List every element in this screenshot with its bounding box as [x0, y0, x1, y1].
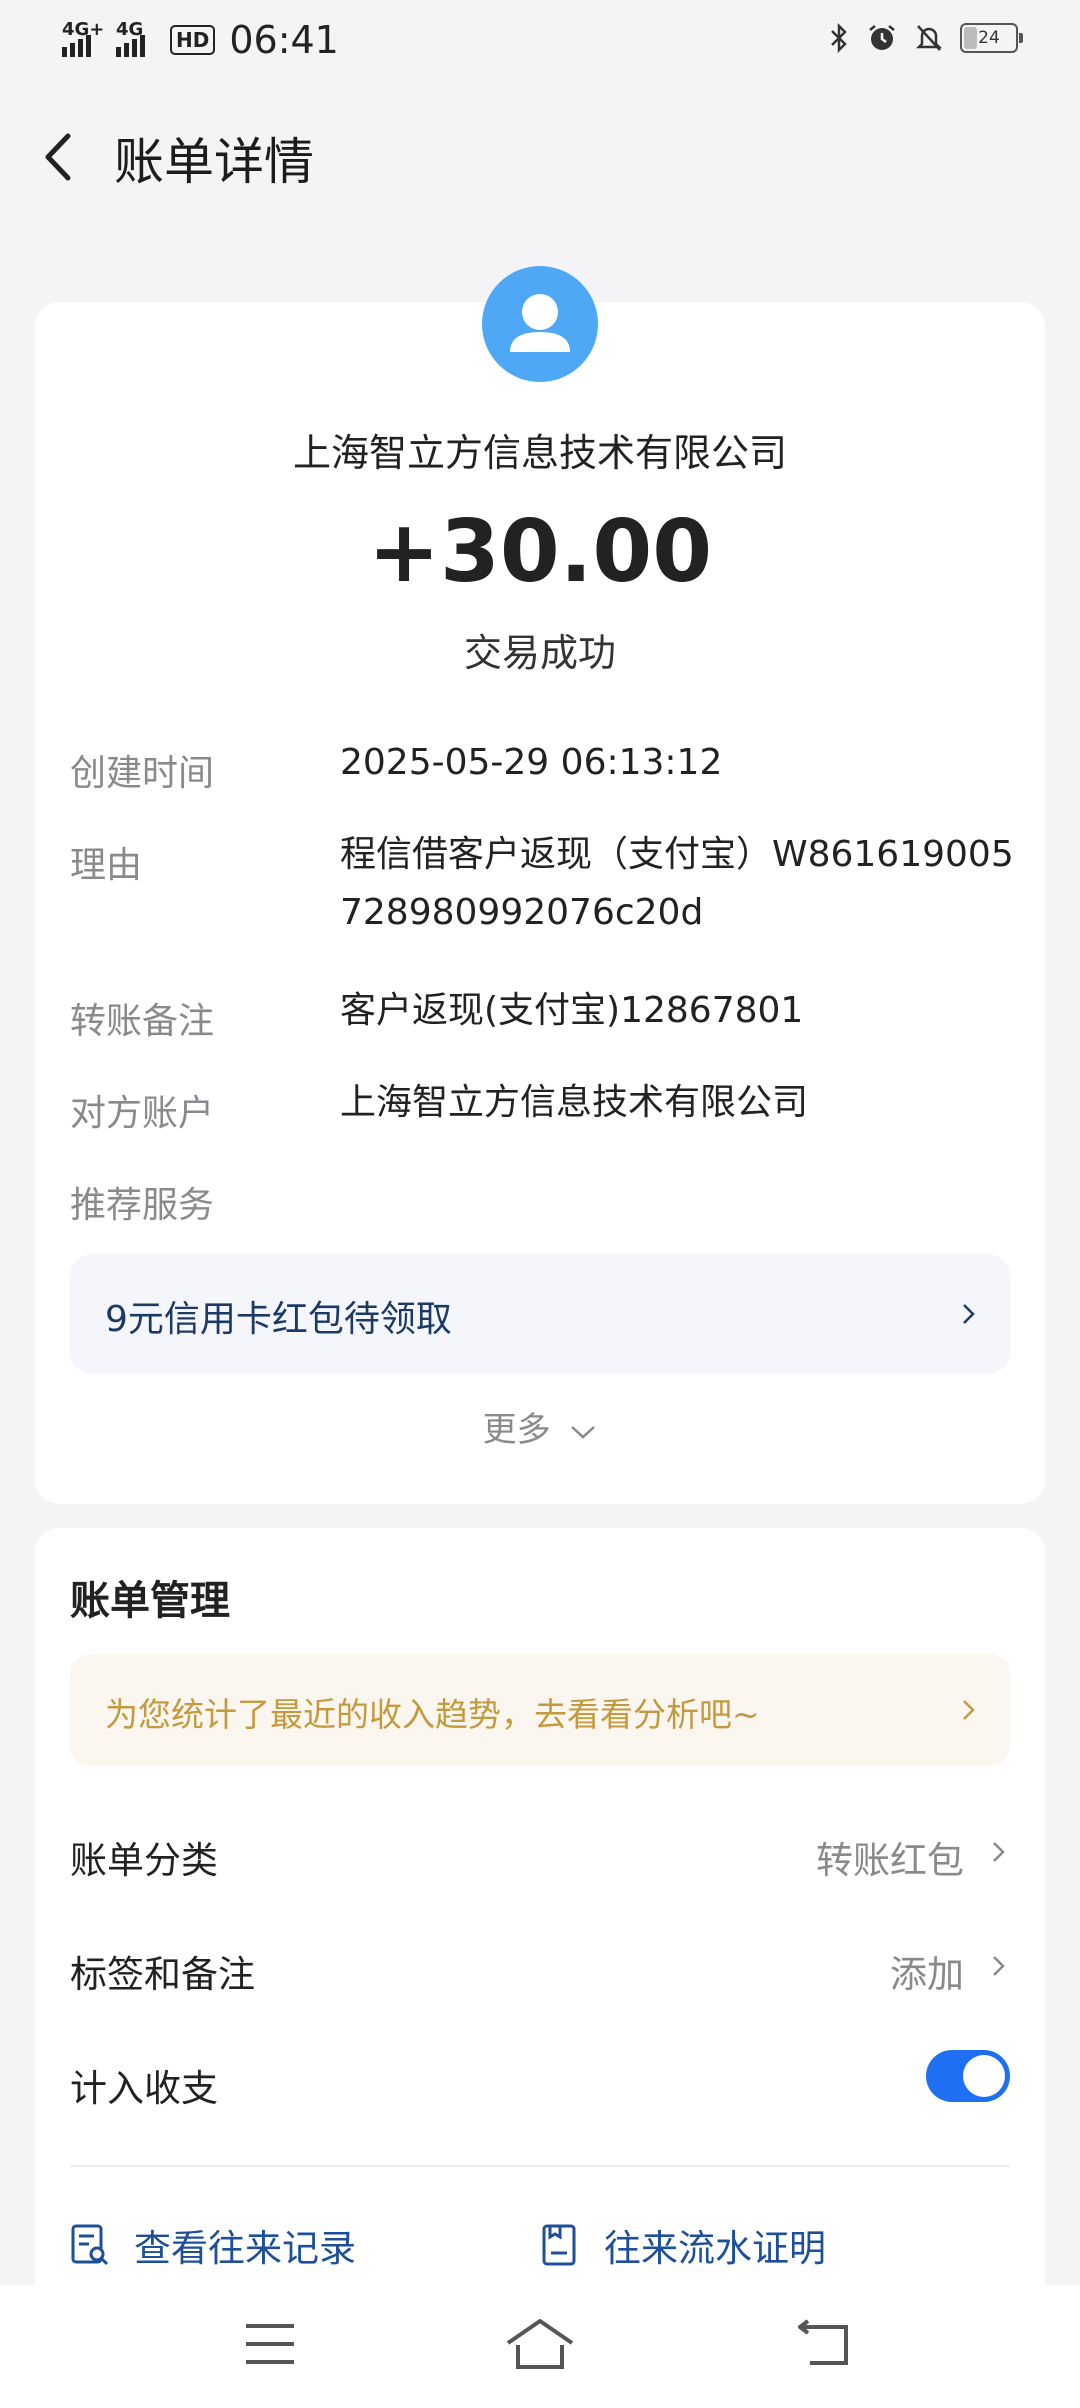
- detail-label: 理由: [70, 845, 143, 886]
- insight-text: 为您统计了最近的收入趋势，去看看分析吧~: [105, 1695, 760, 1734]
- category-value: 转账红包: [816, 1839, 964, 1882]
- count-label: 计入收支: [70, 2067, 218, 2110]
- document-icon: [542, 2224, 576, 2266]
- more-label: 更多: [482, 1410, 551, 1450]
- detail-label: 创建时间: [70, 753, 215, 794]
- detail-value: 2025-05-29 06:13:12: [340, 742, 723, 783]
- detail-value: 程信借客户返现（支付宝）W861619005728980992076c20d: [340, 834, 1014, 933]
- payee-name: 上海智立方信息技术有限公司: [292, 431, 787, 475]
- chevron-right-icon: [963, 1700, 975, 1720]
- insight-banner[interactable]: 为您统计了最近的收入趋势，去看看分析吧~: [70, 1654, 1010, 1766]
- divider: [70, 2165, 1010, 2167]
- system-nav-bar: [0, 2285, 1080, 2408]
- tags-value: 添加: [890, 1953, 964, 1996]
- more-button[interactable]: 更多: [35, 1402, 1045, 1451]
- detail-value: 上海智立方信息技术有限公司: [340, 1082, 809, 1123]
- count-toggle[interactable]: [926, 2050, 1010, 2102]
- user-icon: [510, 294, 570, 352]
- promo-text: 9元信用卡红包待领取: [105, 1299, 452, 1340]
- signal-icon-2: 4G: [116, 19, 156, 57]
- tags-row[interactable]: 标签和备注 添加: [70, 1944, 1010, 2004]
- detail-value: 客户返现(支付宝)12867801: [340, 990, 804, 1031]
- category-label: 账单分类: [70, 1839, 218, 1882]
- page-title: 账单详情: [114, 133, 314, 191]
- records-search-icon: [71, 2224, 109, 2266]
- back-arrow-icon[interactable]: [30, 122, 90, 192]
- mute-bell-icon: [915, 25, 943, 51]
- alarm-icon: [869, 25, 895, 50]
- transaction-status: 交易成功: [463, 631, 616, 675]
- chevron-right-icon: [993, 1956, 1005, 1976]
- app-header: 账单详情: [0, 110, 1080, 202]
- bluetooth-icon: [831, 22, 847, 54]
- chevron-right-icon: [963, 1304, 975, 1324]
- toggle-knob: [963, 2055, 1005, 2097]
- status-time: 06:41: [229, 18, 339, 62]
- signal-icon-1: 4G+: [62, 19, 104, 57]
- tags-label: 标签和备注: [70, 1953, 255, 1996]
- detail-label: 转账备注: [70, 1001, 215, 1042]
- section-title: 账单管理: [70, 1578, 230, 1624]
- status-bar: 4G+ 4G HD 06:41 24: [0, 0, 1080, 86]
- home-icon[interactable]: [504, 2315, 576, 2371]
- transaction-amount: +30.00: [367, 502, 713, 602]
- view-records-button[interactable]: 查看往来记录: [70, 2218, 356, 2272]
- menu-icon[interactable]: [244, 2321, 296, 2367]
- statement-proof-label: 往来流水证明: [604, 2227, 826, 2270]
- detail-label: 对方账户: [70, 1093, 215, 1134]
- chevron-down-icon: [571, 1425, 596, 1439]
- recommend-label: 推荐服务: [70, 1185, 215, 1226]
- hd-voice-icon: HD: [170, 25, 216, 55]
- promo-banner[interactable]: 9元信用卡红包待领取: [70, 1254, 1010, 1374]
- battery-icon: 24: [960, 23, 1023, 53]
- back-icon[interactable]: [796, 2319, 852, 2369]
- avatar: [482, 266, 598, 382]
- statement-proof-button[interactable]: 往来流水证明: [540, 2218, 826, 2272]
- transaction-card: 上海智立方信息技术有限公司 +30.00 交易成功 创建时间 2025-05-2…: [35, 266, 1045, 1504]
- count-row: 计入收支: [70, 2050, 1010, 2118]
- chevron-right-icon: [993, 1842, 1005, 1862]
- category-row[interactable]: 账单分类 转账红包: [70, 1830, 1010, 1890]
- view-records-label: 查看往来记录: [134, 2227, 356, 2270]
- management-card: 账单管理 为您统计了最近的收入趋势，去看看分析吧~ 账单分类 转账红包 标签和备…: [35, 1528, 1045, 2408]
